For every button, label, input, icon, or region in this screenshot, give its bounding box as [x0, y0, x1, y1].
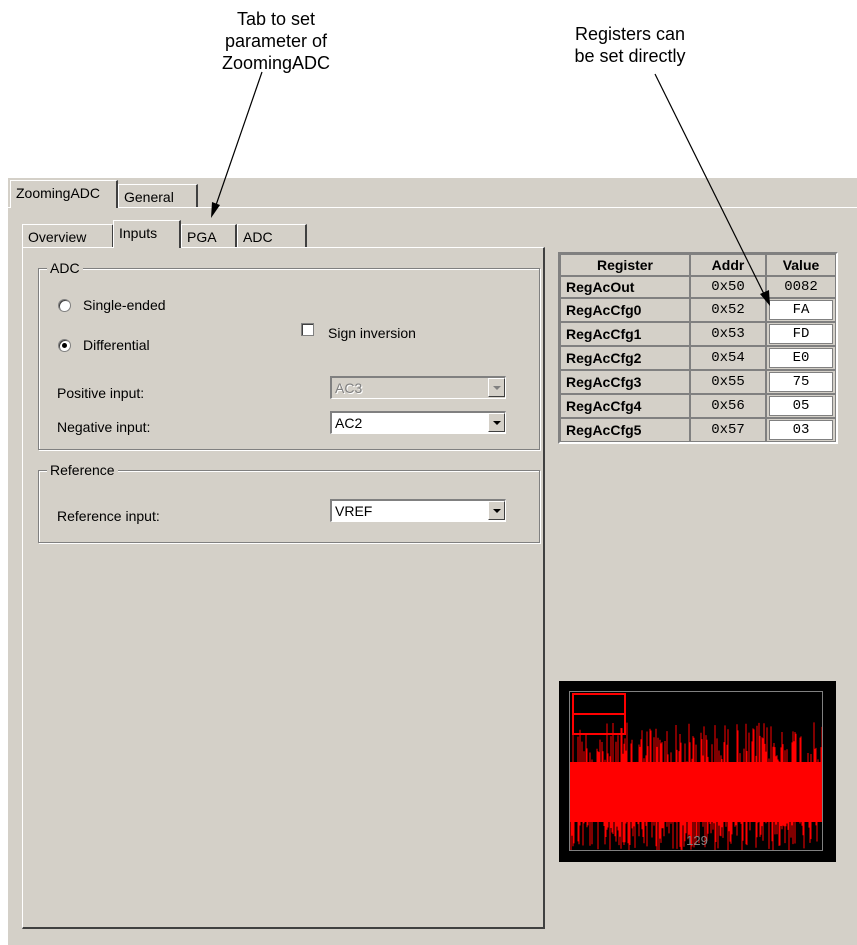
tab-inputs-label: Inputs [119, 225, 158, 241]
differential-label[interactable]: Differential [83, 337, 150, 353]
register-value-cell[interactable]: E0 [766, 346, 836, 370]
negative-input-label: Negative input: [57, 419, 151, 435]
negative-input-value: AC2 [335, 415, 363, 431]
register-value-cell[interactable]: 05 [766, 394, 836, 418]
outer-tab-panel-edge [8, 207, 857, 208]
addr-column-header: Addr [690, 254, 766, 276]
single-ended-radio[interactable] [58, 299, 71, 312]
adc-group-title: ADC [47, 260, 83, 276]
sign-inversion-checkbox[interactable] [301, 323, 314, 336]
table-row: RegAcCfg0 0x52 FA [560, 298, 836, 322]
register-annotation: Registers can be set directly [550, 23, 710, 67]
register-value-cell[interactable]: FD [766, 322, 836, 346]
register-addr: 0x54 [690, 346, 766, 370]
tab-pga-label: PGA [187, 229, 217, 245]
table-row: RegAcCfg5 0x57 03 [560, 418, 836, 442]
tab-adc-label: ADC [243, 229, 273, 245]
register-name: RegAcCfg3 [560, 370, 690, 394]
register-name: RegAcCfg5 [560, 418, 690, 442]
register-annotation-line-1: Registers can [574, 24, 686, 44]
positive-input-label: Positive input: [57, 385, 145, 401]
chevron-down-icon [493, 386, 501, 390]
tab-inputs[interactable]: Inputs [113, 220, 181, 248]
register-value-cell[interactable]: 03 [766, 418, 836, 442]
tab-annotation-line-1: Tab to set [236, 9, 316, 29]
tab-adc[interactable]: ADC [237, 224, 307, 248]
tab-general[interactable]: General [118, 184, 198, 208]
tab-zoomingadc-label: ZoomingADC [16, 185, 101, 201]
adc-group: ADC Single-ended Differential Sign inver… [38, 260, 540, 450]
chevron-down-icon [493, 509, 501, 513]
register-column-header: Register [560, 254, 690, 276]
table-row: RegAcCfg2 0x54 E0 [560, 346, 836, 370]
tab-annotation: Tab to set parameter of ZoomingADC [196, 8, 356, 74]
sign-inversion-label[interactable]: Sign inversion [328, 325, 416, 341]
value-column-header: Value [766, 254, 836, 276]
differential-radio-dot [62, 343, 67, 348]
register-name: RegAcCfg2 [560, 346, 690, 370]
register-addr: 0x53 [690, 322, 766, 346]
signal-dense-band [570, 762, 822, 822]
differential-radio[interactable] [58, 339, 71, 352]
register-addr: 0x50 [690, 276, 766, 298]
tab-zoomingadc[interactable]: ZoomingADC [10, 180, 118, 208]
positive-input-select[interactable]: AC3 [330, 376, 506, 399]
register-name: RegAcOut [560, 276, 690, 298]
positive-input-value: AC3 [335, 380, 363, 396]
register-table-header: Register Addr Value [560, 254, 836, 276]
register-table: Register Addr Value RegAcOut 0x50 0082 R… [558, 252, 838, 444]
chevron-down-icon [493, 421, 501, 425]
tab-overview-label: Overview [28, 229, 87, 245]
reference-input-select[interactable]: VREF [330, 499, 506, 522]
tab-annotation-line-2: parameter of [224, 31, 328, 51]
table-row: RegAcOut 0x50 0082 [560, 276, 836, 298]
reference-group: Reference Reference input: VREF [38, 462, 540, 543]
register-addr: 0x56 [690, 394, 766, 418]
zoom-box-lower [572, 713, 626, 735]
register-annotation-line-2: be set directly [574, 46, 686, 66]
register-value-input[interactable]: FD [769, 324, 833, 344]
reference-input-dropdown-button[interactable] [488, 501, 505, 520]
register-value: 0082 [766, 276, 836, 298]
reference-input-value: VREF [335, 503, 373, 519]
reference-input-label: Reference input: [57, 508, 160, 524]
register-addr: 0x52 [690, 298, 766, 322]
tab-overview[interactable]: Overview [22, 224, 114, 248]
single-ended-label[interactable]: Single-ended [83, 297, 166, 313]
register-addr: 0x55 [690, 370, 766, 394]
tab-general-label: General [124, 189, 174, 205]
signal-plot-label: 129 [686, 833, 708, 848]
negative-input-dropdown-button[interactable] [488, 413, 505, 432]
register-value-input[interactable]: 03 [769, 420, 833, 440]
table-row: RegAcCfg1 0x53 FD [560, 322, 836, 346]
register-name: RegAcCfg0 [560, 298, 690, 322]
register-name: RegAcCfg1 [560, 322, 690, 346]
tab-pga[interactable]: PGA [181, 224, 237, 248]
register-value-input[interactable]: 75 [769, 372, 833, 392]
register-value-input[interactable]: E0 [769, 348, 833, 368]
table-row: RegAcCfg3 0x55 75 [560, 370, 836, 394]
signal-plot: 129 [559, 681, 836, 862]
register-value-input[interactable]: 05 [769, 396, 833, 416]
signal-plot-area: 129 [569, 691, 823, 851]
register-addr: 0x57 [690, 418, 766, 442]
register-value-cell[interactable]: 75 [766, 370, 836, 394]
register-value-cell[interactable]: FA [766, 298, 836, 322]
positive-input-dropdown-button[interactable] [488, 378, 505, 397]
negative-input-select[interactable]: AC2 [330, 411, 506, 434]
table-row: RegAcCfg4 0x56 05 [560, 394, 836, 418]
register-value-input[interactable]: FA [769, 300, 833, 320]
register-name: RegAcCfg4 [560, 394, 690, 418]
zoom-box-upper [572, 693, 626, 715]
tab-annotation-line-3: ZoomingADC [221, 53, 331, 73]
reference-group-title: Reference [47, 462, 118, 478]
